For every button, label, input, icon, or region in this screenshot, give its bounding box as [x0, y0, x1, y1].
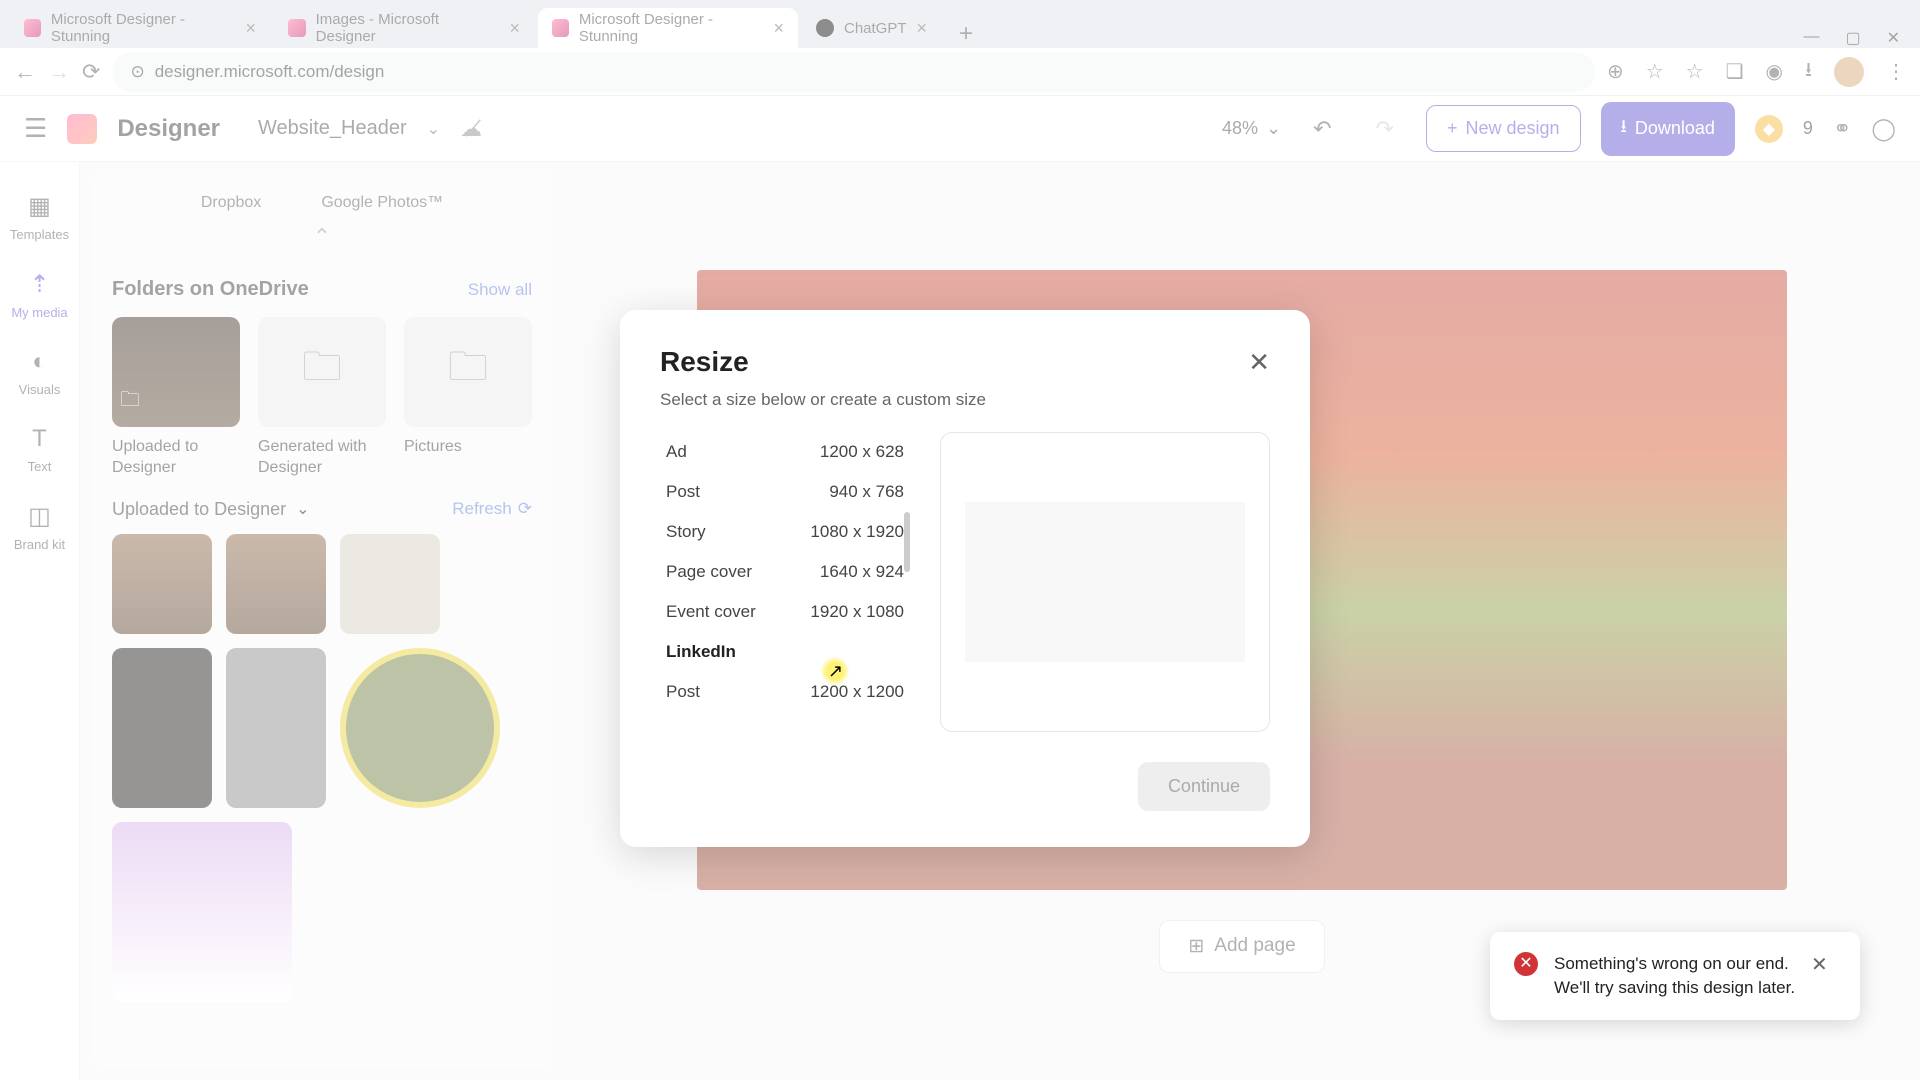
- modal-subtitle: Select a size below or create a custom s…: [660, 390, 1270, 410]
- size-option[interactable]: Post940 x 768: [660, 472, 910, 512]
- modal-title: Resize: [660, 346, 749, 378]
- close-icon[interactable]: ✕: [1811, 952, 1828, 977]
- cursor-highlight: [820, 656, 850, 686]
- error-toast: ✕ Something's wrong on our end.We'll try…: [1490, 932, 1860, 1020]
- size-option[interactable]: Post1200 x 1200: [660, 672, 910, 702]
- continue-button[interactable]: Continue: [1138, 762, 1270, 811]
- close-icon[interactable]: ✕: [1248, 347, 1270, 378]
- toast-message: Something's wrong on our end.We'll try s…: [1554, 952, 1795, 1000]
- size-option[interactable]: Story1080 x 1920: [660, 512, 910, 552]
- size-preview: [940, 432, 1270, 732]
- resize-modal: Resize ✕ Select a size below or create a…: [620, 310, 1310, 847]
- preview-placeholder: [965, 502, 1245, 662]
- size-option[interactable]: Ad1200 x 628: [660, 432, 910, 472]
- scrollbar[interactable]: [904, 512, 910, 572]
- size-option[interactable]: Event cover1920 x 1080: [660, 592, 910, 632]
- error-icon: ✕: [1514, 952, 1538, 976]
- size-option[interactable]: Page cover1640 x 924: [660, 552, 910, 592]
- size-list[interactable]: Ad1200 x 628 Post940 x 768 Story1080 x 1…: [660, 432, 910, 702]
- size-category: LinkedIn: [660, 632, 910, 672]
